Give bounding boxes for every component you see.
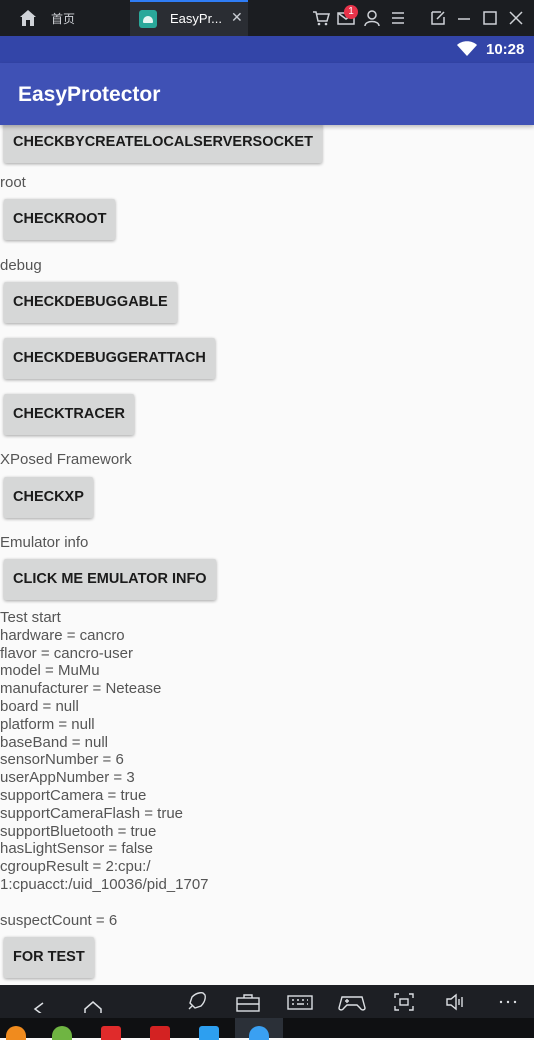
android-status-bar [0, 36, 534, 63]
check-tracer-button[interactable]: CHECKTRACER [4, 394, 134, 435]
back-icon[interactable] [28, 991, 50, 1013]
home-icon [20, 10, 36, 26]
toolbox-icon[interactable] [235, 991, 261, 1013]
check-debuggable-button[interactable]: CHECKDEBUGGABLE [4, 282, 177, 323]
app-title: EasyProtector [18, 83, 161, 106]
emulator-titlebar: 首页 EasyPr... ✕ 1 [0, 0, 534, 36]
xposed-label: XPosed Framework [0, 451, 132, 468]
for-test-button[interactable]: FOR TEST [4, 937, 94, 978]
emulator-nav-bar [0, 985, 534, 1018]
pin-icon[interactable] [428, 8, 448, 28]
app-tab-label: EasyPr... [170, 11, 223, 26]
keyboard-icon[interactable] [286, 991, 314, 1013]
app-toolbar: EasyProtector [0, 63, 534, 125]
check-create-local-server-socket-button[interactable]: CHECKBYCREATELOCALSERVERSOCKET [4, 125, 322, 163]
close-icon[interactable] [506, 8, 526, 28]
wifi-icon [457, 41, 477, 56]
debug-label: debug [0, 257, 42, 274]
home-nav-icon[interactable] [82, 991, 104, 1013]
notification-badge: 1 [344, 5, 358, 19]
app-tab[interactable]: EasyPr... ✕ [130, 0, 248, 36]
root-label: root [0, 174, 26, 191]
rocket-icon[interactable] [185, 991, 207, 1013]
cart-icon[interactable] [311, 8, 331, 28]
more-icon[interactable] [497, 991, 519, 1013]
minimize-icon[interactable] [454, 8, 474, 28]
check-root-button[interactable]: CHECKROOT [4, 199, 116, 240]
emulator-info-button[interactable]: CLICK ME EMULATOR INFO [4, 559, 216, 600]
menu-icon[interactable] [388, 8, 408, 28]
emulator-result-text: Test start hardware = cancro flavor = ca… [0, 609, 209, 929]
android-app-icon [139, 10, 157, 28]
emulator-label: Emulator info [0, 534, 89, 551]
home-tab[interactable]: 首页 [0, 0, 130, 36]
tab-close-icon[interactable]: ✕ [231, 9, 243, 26]
check-xp-button[interactable]: CHECKXP [4, 477, 93, 518]
taskbar-active-app[interactable] [235, 1018, 283, 1040]
volume-icon[interactable] [443, 991, 467, 1013]
status-time: 10:28 [486, 41, 525, 58]
gamepad-icon[interactable] [336, 991, 368, 1013]
screenshot-icon[interactable] [392, 991, 416, 1013]
maximize-icon[interactable] [480, 8, 500, 28]
user-icon[interactable] [362, 8, 382, 28]
home-tab-label: 首页 [51, 12, 76, 26]
main-content[interactable]: CHECKBYCREATELOCALSERVERSOCKET root CHEC… [0, 125, 534, 985]
check-debugger-attach-button[interactable]: CHECKDEBUGGERATTACH [4, 338, 215, 379]
